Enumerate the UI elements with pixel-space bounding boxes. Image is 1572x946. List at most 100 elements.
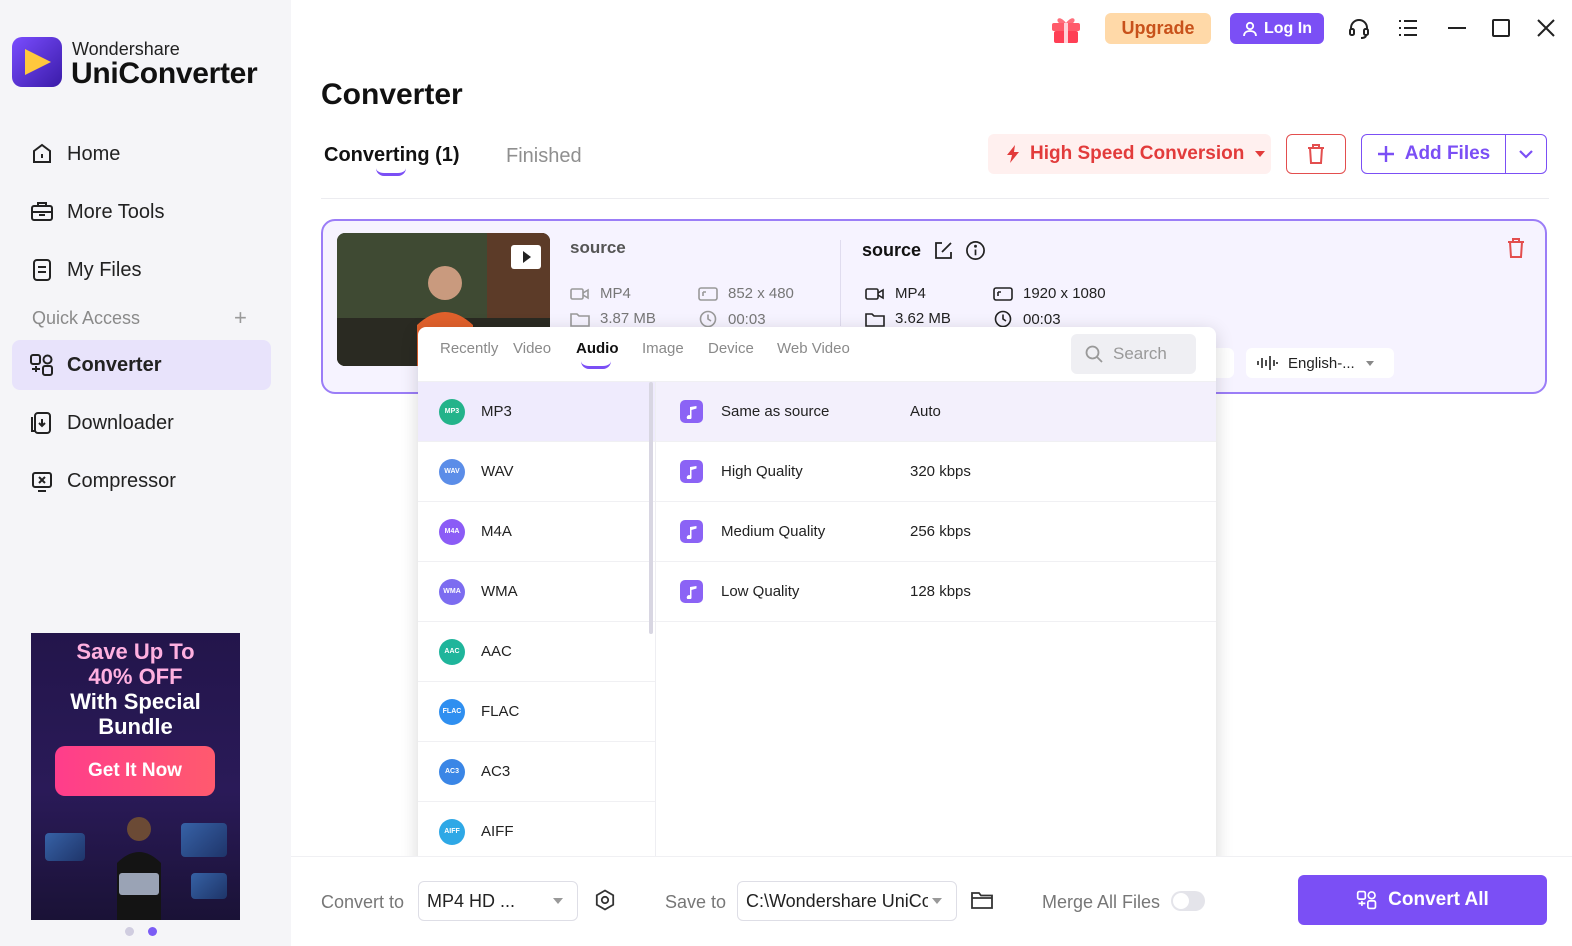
flac-format-icon: FLAC [439,698,465,725]
output-duration-value: 00:03 [1023,310,1061,328]
quality-option[interactable]: Same as source Auto [656,382,1216,442]
open-folder-icon[interactable] [970,889,994,916]
format-item-aiff[interactable]: AIFF AIFF [418,802,655,862]
format-tab-video[interactable]: Video [513,340,551,357]
quality-bitrate: 256 kbps [910,523,971,540]
source-size: 3.87 MB [570,310,656,327]
chevron-down-icon [1519,150,1533,159]
save-to-select[interactable]: C:\Wondershare UniCo [737,881,957,921]
tab-finished[interactable]: Finished [506,145,582,168]
sidebar-item-compressor[interactable]: Compressor [12,456,271,506]
merge-all-files-toggle[interactable] [1171,891,1205,911]
maximize-icon[interactable] [1488,14,1514,42]
output-file-name: source [862,240,922,260]
toolbox-icon [29,199,55,225]
format-tab-device[interactable]: Device [708,340,754,357]
promo-banner[interactable]: Save Up To 40% OFF With Special Bundle G… [31,633,240,920]
music-note-icon [680,520,703,543]
sidebar-item-converter[interactable]: Converter [12,340,271,390]
search-icon [1085,345,1103,363]
promo-screen-image [191,873,227,899]
format-item-ac3[interactable]: AC3 AC3 [418,742,655,802]
high-speed-label: High Speed Conversion [1030,143,1245,164]
format-item-m4a[interactable]: M4A M4A [418,502,655,562]
info-icon[interactable] [965,240,986,261]
save-to-value: C:\Wondershare UniCo [746,890,928,911]
format-search-input[interactable]: Search [1071,334,1196,374]
convert-to-label: Convert to [321,892,405,912]
quality-option[interactable]: High Quality 320 kbps [656,442,1216,502]
format-tab-audio[interactable]: Audio [576,340,619,357]
delete-all-button[interactable] [1286,134,1346,174]
quick-access-label: Quick Access [32,308,141,328]
format-tab-web-video[interactable]: Web Video [777,340,850,357]
source-duration-value: 00:03 [728,310,766,328]
source-format-value: MP4 [600,285,631,302]
promo-dot[interactable] [125,927,134,936]
sidebar-item-more-tools[interactable]: More Tools [12,187,271,237]
promo-line-1: Save Up To [76,639,195,664]
headset-icon[interactable] [1346,14,1372,42]
sidebar: Wondershare UniConverter Home More Tools… [0,0,291,946]
add-files-dropdown[interactable] [1506,135,1546,173]
login-button[interactable]: Log In [1230,13,1324,44]
add-files-button[interactable]: Add Files [1362,135,1506,173]
quality-option[interactable]: Medium Quality 256 kbps [656,502,1216,562]
sidebar-item-my-files[interactable]: My Files [12,245,271,295]
chevron-down-icon [1365,360,1374,366]
format-item-flac[interactable]: FLAC FLAC [418,682,655,742]
convert-all-button[interactable]: Convert All [1298,875,1547,925]
promo-screen-image [45,833,85,861]
add-quick-access-icon[interactable]: + [234,305,247,331]
sidebar-item-label: Converter [67,353,162,376]
output-size-value: 3.62 MB [895,310,951,327]
format-item-mp3[interactable]: MP3 MP3 [418,382,655,442]
format-list-scrollbar[interactable] [649,382,653,634]
format-item-wma[interactable]: WMA WMA [418,562,655,622]
gift-icon[interactable] [1049,12,1083,44]
sidebar-item-downloader[interactable]: Downloader [12,398,271,448]
minimize-icon[interactable] [1444,14,1470,42]
compressor-icon [29,468,55,494]
promo-dot-active[interactable] [148,927,157,936]
format-tab-image[interactable]: Image [642,340,684,357]
source-resolution: 852 x 480 [698,285,794,302]
format-item-label: WAV [481,463,514,480]
menu-icon[interactable] [1395,14,1421,42]
format-tab-indicator [581,361,611,369]
quality-option[interactable]: Low Quality 128 kbps [656,562,1216,622]
tab-active-indicator [376,168,406,176]
output-settings-icon[interactable] [594,889,616,916]
get-it-now-button[interactable]: Get It Now [55,746,215,796]
output-size: 3.62 MB [865,310,951,327]
promo-person-image [117,817,161,920]
add-files-button-group: Add Files [1361,134,1547,174]
page-title: Converter [321,78,463,111]
sidebar-item-home[interactable]: Home [12,129,271,179]
format-item-aac[interactable]: AAC AAC [418,622,655,682]
quality-bitrate: 128 kbps [910,583,971,600]
add-files-label: Add Files [1404,143,1491,164]
quality-list: Same as source Auto High Quality 320 kbps Me… [656,382,1216,622]
format-tab-recently[interactable]: Recently [440,340,498,357]
convert-to-select[interactable]: MP4 HD ... [418,881,578,921]
converter-icon [29,352,55,378]
format-item-label: AC3 [481,763,511,780]
promo-line-4: Bundle [98,714,173,739]
delete-file-icon[interactable] [1505,237,1527,264]
convert-to-value: MP4 HD ... [427,890,516,911]
downloader-icon [29,410,55,436]
clock-icon [699,310,717,328]
quality-name: Medium Quality [721,523,826,540]
audio-track-label: English-... [1288,354,1355,372]
header-divider [321,198,1549,199]
upgrade-button[interactable]: Upgrade [1105,13,1211,44]
format-item-wav[interactable]: WAV WAV [418,442,655,502]
edit-icon[interactable] [933,241,953,261]
audio-track-select[interactable]: English-... [1246,348,1394,378]
format-item-label: M4A [481,523,512,540]
high-speed-conversion-button[interactable]: High Speed Conversion [988,134,1271,174]
tab-converting[interactable]: Converting (1) [324,144,460,167]
close-icon[interactable] [1533,14,1559,42]
lightning-icon [1007,145,1019,163]
